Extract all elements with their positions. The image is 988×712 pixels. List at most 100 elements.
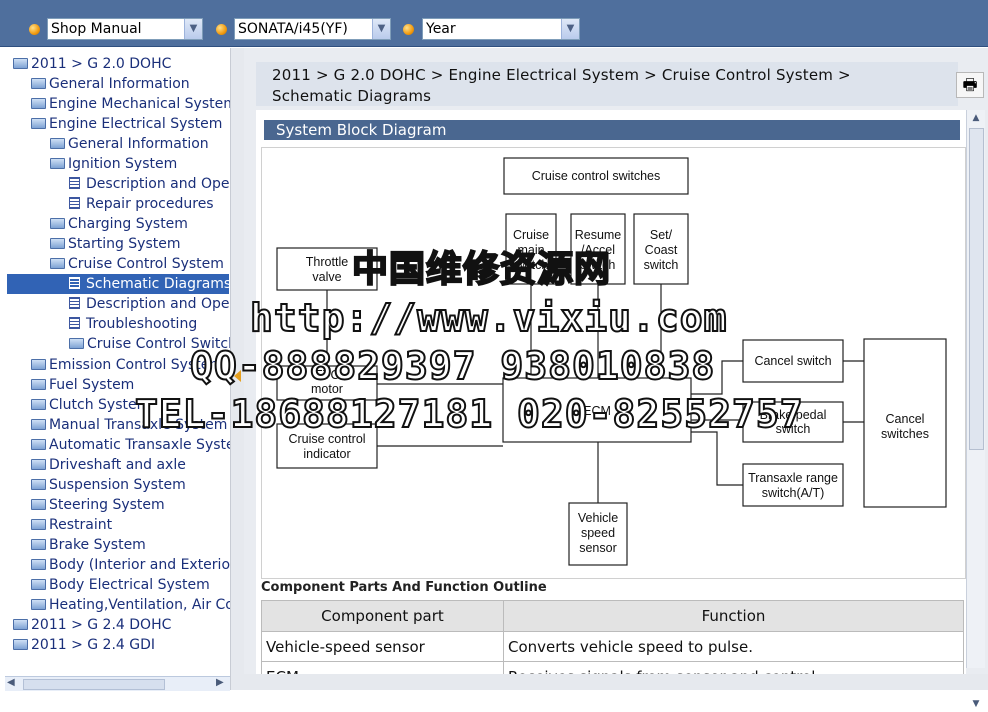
connector-line xyxy=(691,431,743,486)
tree-item-label: Body Electrical System xyxy=(49,577,210,593)
tree-item[interactable]: Driveshaft and axle xyxy=(31,455,186,475)
diagram-label: switches xyxy=(881,427,929,441)
year-select-value: Year xyxy=(426,21,456,37)
manual-select[interactable]: Shop Manual ▼ xyxy=(47,18,203,40)
tree-item[interactable]: General Information xyxy=(50,134,209,154)
top-toolbar: Shop Manual ▼ SONATA/i45(YF) ▼ Year ▼ xyxy=(0,0,988,47)
scroll-thumb[interactable] xyxy=(23,679,165,690)
folder-icon xyxy=(13,619,28,630)
folder-icon xyxy=(50,238,65,249)
breadcrumb: 2011 > G 2.0 DOHC > Engine Electrical Sy… xyxy=(256,62,958,106)
diagram-label: speed xyxy=(581,526,615,540)
model-select[interactable]: SONATA/i45(YF) ▼ xyxy=(234,18,391,40)
tree-item[interactable]: Brake System xyxy=(31,535,146,555)
chevron-down-icon[interactable]: ▼ xyxy=(372,19,390,39)
tree-item[interactable]: Clutch System xyxy=(31,395,150,415)
tree-item[interactable]: Suspension System xyxy=(31,475,186,495)
tree-item-selected[interactable]: Schematic Diagrams xyxy=(7,274,232,294)
orange-bullet-icon xyxy=(403,24,414,35)
diagram-label: Throttle xyxy=(306,255,348,269)
breadcrumb-line: Schematic Diagrams xyxy=(272,87,432,105)
folder-open-icon xyxy=(50,158,65,169)
scroll-right-icon[interactable]: ▶ xyxy=(216,677,224,688)
tree-item[interactable]: Body Electrical System xyxy=(31,575,210,595)
tree-item-label: Description and Oper xyxy=(86,296,236,312)
diagram-label: sensor xyxy=(579,541,617,555)
tree-item[interactable]: Fuel System xyxy=(31,375,134,395)
scroll-down-icon[interactable]: ▼ xyxy=(967,696,985,712)
component-table: Component part Function Vehicle-speed se… xyxy=(261,600,965,682)
folder-icon xyxy=(69,338,84,349)
folder-icon xyxy=(31,499,46,510)
bottom-status-strip xyxy=(244,674,988,690)
diagram-label: valve xyxy=(312,270,341,284)
tree-item-label: Fuel System xyxy=(49,377,135,393)
tree-item[interactable]: Heating,Ventilation, Air Co xyxy=(31,595,234,615)
tree-item[interactable]: Automatic Transaxle System xyxy=(31,435,237,455)
printer-icon: 🖶 xyxy=(962,75,978,94)
tree-item-label: Engine Mechanical System xyxy=(49,96,237,112)
folder-icon xyxy=(31,479,46,490)
folder-icon xyxy=(31,78,46,89)
tree-item[interactable]: Steering System xyxy=(31,495,165,515)
tree-item[interactable]: Starting System xyxy=(50,234,181,254)
tree-item-label: Suspension System xyxy=(49,477,186,493)
watermark-line: QQ-888829397 938010838 xyxy=(189,343,716,389)
tree-item[interactable]: Description and Oper xyxy=(69,294,235,314)
year-select[interactable]: Year ▼ xyxy=(422,18,580,40)
diagram-label: Cancel switch xyxy=(754,354,831,368)
breadcrumb-line: 2011 > G 2.0 DOHC > Engine Electrical Sy… xyxy=(272,66,851,84)
tree-item[interactable]: 2011 > G 2.4 GDI xyxy=(13,635,155,655)
folder-icon xyxy=(50,138,65,149)
content-vertical-scrollbar[interactable]: ▲ ▼ xyxy=(966,110,985,709)
tree-item-label: Steering System xyxy=(49,497,165,513)
scroll-up-icon[interactable]: ▲ xyxy=(967,110,985,126)
folder-open-icon xyxy=(13,58,28,69)
scroll-thumb[interactable] xyxy=(969,128,984,450)
tree-item-label: Driveshaft and axle xyxy=(49,457,186,473)
tree-item[interactable]: Troubleshooting xyxy=(69,314,197,334)
tree-item[interactable]: Restraint xyxy=(31,515,112,535)
tree-item[interactable]: Description and Oper xyxy=(69,174,235,194)
tree-item[interactable]: Repair procedures xyxy=(69,194,214,214)
tree-item[interactable]: Body (Interior and Exterior) xyxy=(31,555,237,575)
chevron-down-icon[interactable]: ▼ xyxy=(561,19,579,39)
table-cell: Converts vehicle speed to pulse. xyxy=(502,631,965,662)
document-icon xyxy=(69,317,80,329)
folder-icon xyxy=(31,539,46,550)
tree-item-label: Restraint xyxy=(49,517,113,533)
tree-item[interactable]: Ignition System xyxy=(50,154,177,174)
tree-item-label: Cruise Control System xyxy=(68,256,224,272)
watermark-line: TEL-18688127181 020-82552757 xyxy=(134,391,804,437)
tree-item-label: Brake System xyxy=(49,537,146,553)
tree-item-label: General Information xyxy=(68,136,209,152)
tree-item-label: Engine Electrical System xyxy=(49,116,223,132)
document-icon xyxy=(69,277,80,289)
tree-item[interactable]: 2011 > G 2.0 DOHC xyxy=(13,54,171,74)
orange-bullet-icon xyxy=(216,24,227,35)
tree-item[interactable]: Engine Electrical System xyxy=(31,114,222,134)
model-select-value: SONATA/i45(YF) xyxy=(238,21,348,37)
folder-icon xyxy=(31,419,46,430)
tree-item-label: Starting System xyxy=(68,236,181,252)
diagram-label: Set/ xyxy=(650,228,673,242)
tree-item[interactable]: 2011 > G 2.4 DOHC xyxy=(13,615,171,635)
folder-open-icon xyxy=(31,118,46,129)
diagram-label: Transaxle range xyxy=(748,471,838,485)
tree-horizontal-scrollbar[interactable]: ◀ ▶ xyxy=(5,676,230,691)
table-header-row: Component part Function xyxy=(261,600,965,632)
tree-item[interactable]: Charging System xyxy=(50,214,188,234)
folder-icon xyxy=(31,599,46,610)
tree-item[interactable]: Cruise Control System xyxy=(50,254,224,274)
scroll-left-icon[interactable]: ◀ xyxy=(7,677,15,688)
chevron-down-icon[interactable]: ▼ xyxy=(184,19,202,39)
folder-icon xyxy=(31,579,46,590)
folder-icon xyxy=(31,379,46,390)
folder-open-icon xyxy=(50,258,65,269)
tree-item-label: Schematic Diagrams xyxy=(86,276,232,292)
outline-title: Component Parts And Function Outline xyxy=(261,580,547,595)
tree-item-label: 2011 > G 2.4 DOHC xyxy=(31,617,172,633)
print-button[interactable]: 🖶 xyxy=(956,72,984,98)
tree-item[interactable]: Engine Mechanical System xyxy=(31,94,237,114)
tree-item[interactable]: General Information xyxy=(31,74,190,94)
